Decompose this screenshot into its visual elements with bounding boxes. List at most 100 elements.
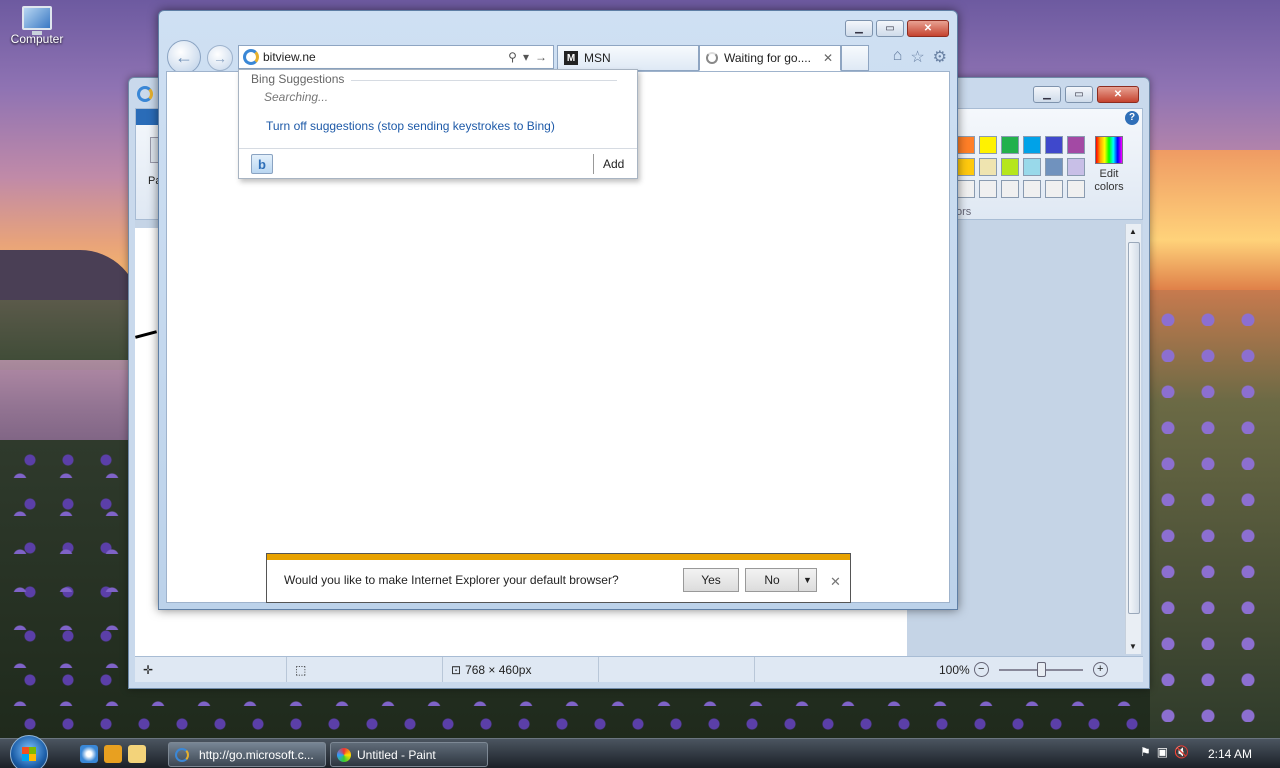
color-swatch[interactable] [1067,136,1085,154]
paint-close-button[interactable]: ✕ [1097,86,1139,103]
dropdown-icon[interactable]: ▾ [523,50,529,64]
arrow-right-icon: → [213,50,227,66]
cursor-position-cell: ✛ [135,657,287,682]
tab-waiting[interactable]: Waiting for go.... ✕ [699,45,841,71]
searching-text: Searching... [264,90,329,104]
paint-minimize-button[interactable]: ▁ [1033,86,1061,103]
back-button[interactable]: ← [167,40,201,74]
selection-size-cell: ⬚ [287,657,443,682]
add-provider-button[interactable]: Add [603,157,624,171]
color-swatch[interactable] [1045,180,1063,198]
bing-search-provider-icon[interactable]: b [251,154,273,174]
task-ie[interactable]: http://go.microsoft.c... [168,742,326,767]
color-swatch[interactable] [957,136,975,154]
color-swatch[interactable] [979,180,997,198]
no-label: No [764,573,780,587]
no-button[interactable]: No [745,568,799,592]
image-size-value: 768 × 460px [465,662,532,677]
selection-icon: ⬚ [295,662,307,677]
color-swatch[interactable] [1045,136,1063,154]
ie-quicklaunch-icon[interactable] [80,745,98,763]
loading-spinner-icon [706,52,718,64]
folder-icon[interactable] [128,745,146,763]
ie-window: ▁ ▭ ✕ ← → bitview.ne ⚲ ▾ → M MSN Waiting… [158,10,958,610]
new-tab-button[interactable] [841,45,869,71]
color-swatch[interactable] [979,136,997,154]
color-swatch[interactable] [1023,158,1041,176]
edit-colors-label-1: Edit [1099,168,1119,180]
task-paint[interactable]: Untitled - Paint [330,742,488,767]
color-swatch[interactable] [979,158,997,176]
color-swatch[interactable] [1001,158,1019,176]
edit-colors-button[interactable]: Edit colors [1089,136,1129,194]
default-browser-notification: Would you like to make Internet Explorer… [266,553,851,603]
paint-menu-button[interactable] [136,109,160,125]
canvas-stroke [134,330,158,339]
move-cursor-icon: ✛ [143,662,154,677]
ie-minimize-button[interactable]: ▁ [845,20,873,37]
image-size-cell: ⊡ 768 × 460px [443,657,599,682]
edit-colors-label-2: colors [1094,181,1124,193]
paint-maximize-button[interactable]: ▭ [1065,86,1093,103]
color-swatch[interactable] [1001,136,1019,154]
scrollbar-thumb[interactable] [1128,242,1140,614]
forward-button[interactable]: → [207,45,233,71]
dropdown-arrow-icon: ▼ [803,575,812,585]
msn-icon: M [564,51,578,65]
notification-message: Would you like to make Internet Explorer… [284,573,619,587]
address-bar[interactable]: bitview.ne ⚲ ▾ → [238,45,554,69]
paint-title-ie-icon [137,86,153,102]
color-swatch[interactable] [1023,180,1041,198]
go-arrow-icon[interactable]: → [535,50,547,64]
ie-maximize-button[interactable]: ▭ [876,20,904,37]
media-player-icon[interactable] [104,745,122,763]
scroll-down-icon[interactable]: ▼ [1129,642,1137,651]
yes-button[interactable]: Yes [683,568,739,592]
blank-status-cell [755,657,931,682]
color-wheel-icon [1095,136,1123,164]
system-tray: ⚑ ▣ 🔇 [1140,745,1189,759]
tab-close-icon[interactable]: ✕ [823,51,833,65]
suggestions-header: Bing Suggestions [251,72,345,86]
color-swatch[interactable] [1067,180,1085,198]
paint-vertical-scrollbar[interactable]: ▲ ▼ [1125,224,1141,654]
action-center-flag-icon[interactable]: ⚑ [1140,745,1151,759]
ie-close-button[interactable]: ✕ [907,20,949,37]
favorites-star-icon[interactable]: ☆ [910,47,924,67]
color-swatch[interactable] [1001,180,1019,198]
notification-close-icon[interactable]: ✕ [830,574,841,590]
settings-gear-icon[interactable]: ⚙ [933,47,947,67]
network-icon[interactable]: ▣ [1157,745,1168,759]
ie-page-icon [243,49,259,65]
tab-msn[interactable]: M MSN [557,45,699,71]
zoom-slider-knob[interactable] [1036,661,1046,677]
quick-launch [80,745,146,763]
image-size-icon: ⊡ [451,662,462,677]
home-icon[interactable]: ⌂ [893,47,903,67]
desktop-icon-computer[interactable]: Computer [6,6,68,46]
address-input[interactable]: bitview.ne [263,50,316,64]
no-options-dropdown[interactable]: ▼ [798,568,817,592]
color-swatch[interactable] [1067,158,1085,176]
volume-muted-icon[interactable]: 🔇 [1174,745,1189,759]
turn-off-suggestions-link[interactable]: Turn off suggestions (stop sending keyst… [266,119,555,133]
zoom-in-icon[interactable]: + [1092,662,1108,677]
wallpaper-lake [0,360,140,450]
help-icon[interactable]: ? [1125,111,1139,125]
clock[interactable]: 2:14 AM [1208,747,1252,761]
yes-label: Yes [701,573,721,587]
notification-accent-bar [267,554,850,560]
color-palette [957,136,1085,198]
paint-icon [337,747,351,762]
color-swatch[interactable] [957,180,975,198]
suggestions-divider [351,80,617,81]
search-icon[interactable]: ⚲ [508,50,517,64]
color-swatch[interactable] [957,158,975,176]
zoom-slider[interactable] [998,661,1083,677]
color-swatch[interactable] [1023,136,1041,154]
color-swatch[interactable] [1045,158,1063,176]
zoom-out-icon[interactable]: − [973,662,989,677]
colors-group-label: ors [956,206,972,218]
scroll-up-icon[interactable]: ▲ [1129,227,1137,236]
start-button[interactable] [10,735,48,768]
